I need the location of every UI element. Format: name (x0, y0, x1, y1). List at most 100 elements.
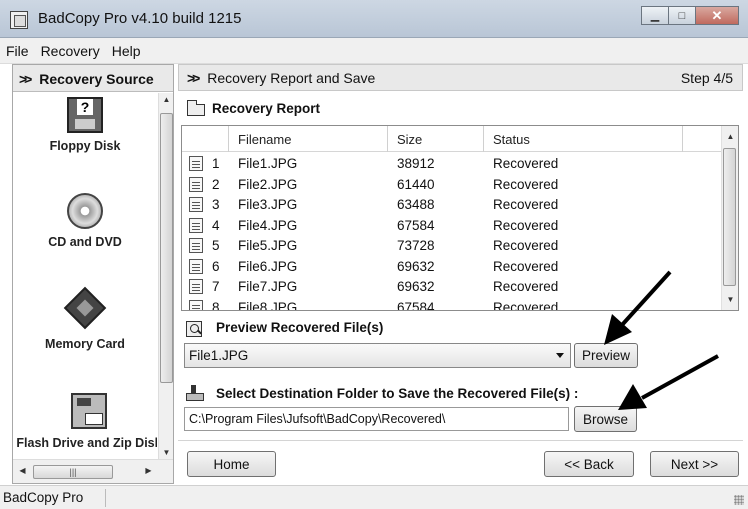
source-memory-card[interactable]: Memory Card (13, 286, 157, 351)
scroll-thumb[interactable] (723, 148, 736, 286)
column-filename[interactable]: Filename (238, 132, 291, 147)
row-number: 3 (212, 197, 220, 212)
column-divider[interactable] (228, 126, 229, 152)
scroll-thumb[interactable] (160, 113, 173, 383)
next-button[interactable]: Next >> (650, 451, 739, 477)
file-icon (189, 299, 203, 310)
memory-card-icon-wrap (63, 286, 107, 331)
row-status: Recovered (493, 217, 559, 233)
row-size: 63488 (397, 197, 435, 212)
row-status: Recovered (493, 156, 559, 171)
source-list-hscrollbar[interactable]: ◀ ||| ▶ (13, 459, 173, 483)
scroll-left-icon[interactable]: ◀ (15, 466, 30, 475)
step-indicator: Step 4/5 (680, 70, 733, 86)
file-icon (189, 258, 203, 274)
back-button[interactable]: << Back (544, 451, 634, 477)
source-floppy-disk[interactable]: Floppy Disk (13, 97, 157, 153)
column-divider[interactable] (387, 126, 388, 152)
column-divider[interactable] (682, 126, 683, 152)
recovery-source-title: Recovery Source (39, 71, 154, 87)
row-filename: File8.JPG (238, 299, 298, 311)
source-label: CD and DVD (48, 235, 122, 249)
source-label: Memory Card (45, 337, 125, 351)
destination-path-input[interactable]: C:\Program Files\Jufsoft\BadCopy\Recover… (184, 407, 569, 431)
preview-magnifier-icon (186, 321, 202, 337)
recovery-source-panel: >> Recovery Source Floppy Disk CD and DV… (12, 64, 174, 484)
chevron-down-icon[interactable] (556, 353, 564, 358)
menu-recovery[interactable]: Recovery (41, 43, 100, 59)
row-status: Recovered (493, 279, 559, 294)
window-controls: ▁ □ ✕ (641, 6, 739, 25)
table-row[interactable]: 4 File4.JPG 67584 Recovered (182, 216, 722, 236)
title-bar: BadCopy Pro v4.10 build 1215 ▁ □ ✕ (0, 0, 748, 38)
menu-file[interactable]: File (6, 43, 29, 59)
column-status[interactable]: Status (493, 132, 530, 147)
row-filename: File3.JPG (238, 197, 298, 212)
status-bar: BadCopy Pro (0, 485, 748, 509)
source-label: Floppy Disk (49, 139, 121, 153)
row-number: 2 (212, 176, 220, 192)
source-cd-dvd[interactable]: CD and DVD (13, 193, 157, 249)
status-separator (105, 489, 106, 507)
source-list-vscrollbar[interactable]: ▲ ▼ (158, 93, 173, 459)
resize-grip-icon[interactable] (734, 495, 744, 505)
scroll-up-icon[interactable]: ▲ (723, 132, 738, 141)
file-icon (189, 238, 203, 253)
row-filename: File6.JPG (238, 258, 298, 274)
maximize-icon[interactable]: □ (668, 6, 696, 25)
window-title: BadCopy Pro v4.10 build 1215 (38, 10, 242, 27)
table-row[interactable]: 8 File8.JPG 67584 Recovered (182, 298, 722, 311)
source-flash-drive[interactable]: Flash Drive and Zip Disk (13, 393, 157, 451)
scroll-right-icon[interactable]: ▶ (141, 466, 156, 475)
row-number: 6 (212, 258, 220, 274)
destination-title: Select Destination Folder to Save the Re… (216, 386, 579, 401)
source-list: Floppy Disk CD and DVD Memory Card Flash… (13, 93, 157, 459)
home-button[interactable]: Home (187, 451, 276, 477)
table-row[interactable]: 6 File6.JPG 69632 Recovered (182, 257, 722, 277)
step-title: Recovery Report and Save (207, 70, 376, 86)
column-size[interactable]: Size (397, 132, 422, 147)
browse-button[interactable]: Browse (574, 406, 637, 432)
step-header: >> Recovery Report and Save Step 4/5 (178, 64, 743, 91)
row-size: 67584 (397, 299, 435, 311)
preview-file-selected: File1.JPG (189, 348, 249, 363)
save-icon (186, 385, 204, 401)
file-icon (189, 176, 203, 192)
row-status: Recovered (493, 197, 559, 212)
preview-file-select[interactable]: File1.JPG (184, 343, 571, 368)
hscroll-thumb[interactable]: ||| (33, 465, 113, 479)
table-row[interactable]: 3 File3.JPG 63488 Recovered (182, 195, 722, 215)
table-vscrollbar[interactable]: ▲ ▼ (721, 126, 738, 310)
scroll-down-icon[interactable]: ▼ (723, 295, 738, 304)
floppy-disk-icon (67, 97, 103, 133)
preview-title: Preview Recovered File(s) (216, 320, 384, 335)
file-icon (189, 197, 203, 212)
scroll-down-icon[interactable]: ▼ (159, 448, 174, 457)
table-row[interactable]: 1 File1.JPG 38912 Recovered (182, 154, 722, 174)
double-chevron-icon: >> (187, 70, 200, 86)
recovery-report-title: Recovery Report (212, 101, 321, 116)
minimize-icon[interactable]: ▁ (641, 6, 669, 25)
row-number: 7 (212, 279, 220, 294)
row-size: 69632 (397, 258, 435, 274)
file-icon (189, 156, 203, 171)
menu-help[interactable]: Help (112, 43, 141, 59)
table-row[interactable]: 7 File7.JPG 69632 Recovered (182, 277, 722, 297)
recovery-source-header: >> Recovery Source (13, 65, 173, 92)
flash-drive-icon (71, 393, 107, 429)
column-divider[interactable] (483, 126, 484, 152)
app-icon (10, 11, 28, 29)
row-number: 1 (212, 156, 220, 171)
file-icon (189, 217, 203, 233)
table-header: Filename Size Status (182, 126, 722, 152)
scroll-up-icon[interactable]: ▲ (159, 95, 174, 104)
destination-path-value: C:\Program Files\Jufsoft\BadCopy\Recover… (189, 412, 446, 426)
row-size: 73728 (397, 238, 435, 253)
close-icon[interactable]: ✕ (695, 6, 739, 25)
row-status: Recovered (493, 258, 559, 274)
preview-button[interactable]: Preview (574, 343, 638, 368)
row-status: Recovered (493, 238, 559, 253)
row-status: Recovered (493, 176, 559, 192)
table-row[interactable]: 5 File5.JPG 73728 Recovered (182, 236, 722, 256)
table-row[interactable]: 2 File2.JPG 61440 Recovered (182, 175, 722, 195)
